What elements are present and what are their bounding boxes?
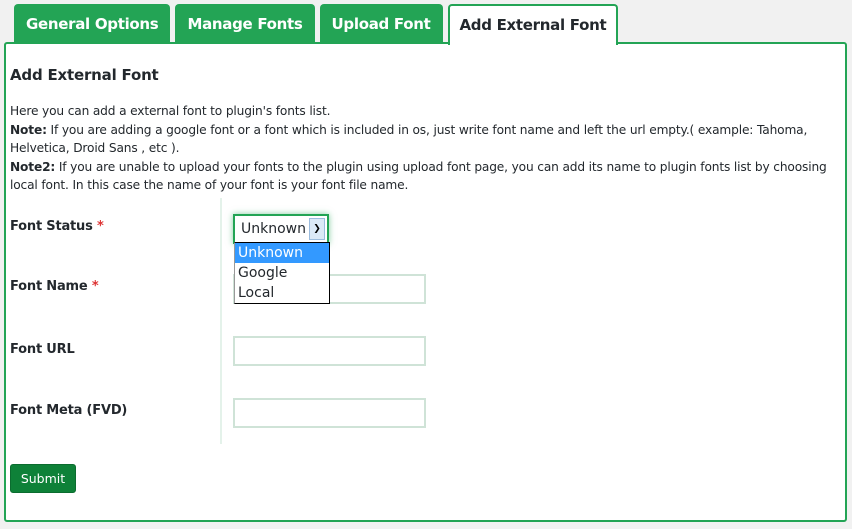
note2-label: Note2: <box>10 159 56 174</box>
tab-add-external-font[interactable]: Add External Font <box>447 4 619 45</box>
font-status-selected-value: Unknown <box>241 221 306 237</box>
dropdown-option-google[interactable]: Google <box>235 263 329 283</box>
note: Note: If you are adding a google font or… <box>10 121 836 158</box>
font-status-label-text: Font Status <box>10 219 93 234</box>
dropdown-option-local[interactable]: Local <box>235 283 329 303</box>
panel-title: Add External Font <box>10 66 159 84</box>
chevron-down-icon[interactable]: ❯ <box>309 218 325 240</box>
add-external-font-panel: Add External Font Here you can add a ext… <box>4 42 847 522</box>
tab-manage-fonts[interactable]: Manage Fonts <box>175 4 315 44</box>
note2-text: If you are unable to upload your fonts t… <box>10 159 827 193</box>
description: Here you can add a external font to plug… <box>10 102 836 195</box>
tab-upload-font[interactable]: Upload Font <box>319 4 443 44</box>
submit-button[interactable]: Submit <box>10 464 76 493</box>
dropdown-option-unknown[interactable]: Unknown <box>235 243 329 263</box>
font-name-label-text: Font Name <box>10 279 88 294</box>
note-text: If you are adding a google font or a fon… <box>10 122 808 156</box>
note-label: Note: <box>10 122 47 137</box>
tab-general-options[interactable]: General Options <box>14 4 171 44</box>
font-meta-label: Font Meta (FVD) <box>10 403 128 418</box>
form-divider <box>220 198 222 444</box>
font-status-label: Font Status * <box>10 219 104 234</box>
note2: Note2: If you are unable to upload your … <box>10 158 836 195</box>
font-status-dropdown: Unknown Google Local <box>234 242 330 304</box>
font-url-label: Font URL <box>10 342 75 357</box>
font-meta-input[interactable] <box>233 398 426 428</box>
tab-bar: General Options Manage Fonts Upload Font… <box>14 4 619 45</box>
required-marker: * <box>96 219 104 234</box>
font-name-label: Font Name * <box>10 279 99 294</box>
required-marker: * <box>91 279 99 294</box>
font-status-select[interactable]: Unknown ❯ <box>233 214 329 244</box>
font-url-input[interactable] <box>233 336 426 366</box>
description-intro: Here you can add a external font to plug… <box>10 104 331 118</box>
